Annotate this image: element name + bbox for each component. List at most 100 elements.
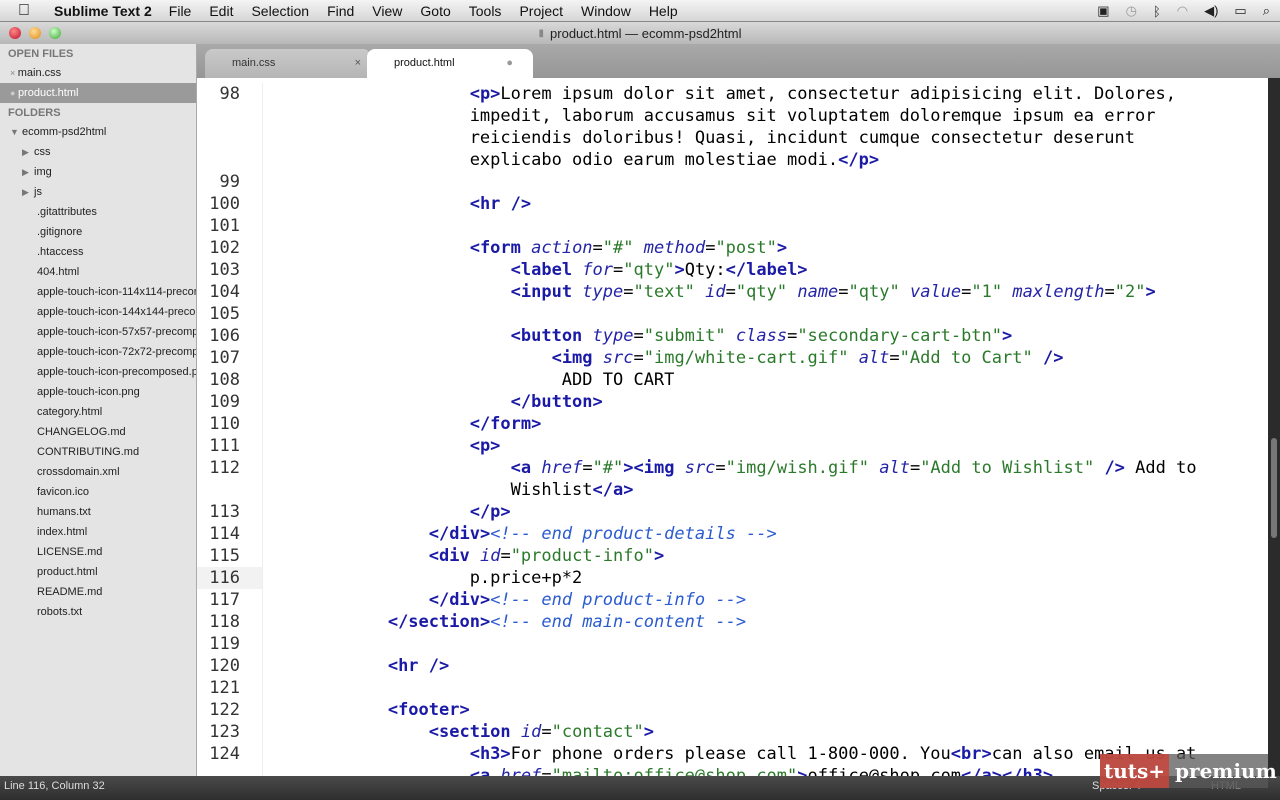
code-line[interactable]: 102 <form action="#" method="post"> [197,237,1268,259]
menu-view[interactable]: View [372,3,402,19]
menu-selection[interactable]: Selection [251,3,309,19]
code-line[interactable]: 107 <img src="img/white-cart.gif" alt="A… [197,347,1268,369]
code-content[interactable]: impedit, laborum accusamus sit voluptate… [265,105,1156,127]
close-file-icon[interactable]: × [10,68,18,78]
code-line[interactable]: 106 <button type="submit" class="seconda… [197,325,1268,347]
code-content[interactable]: <h3>For phone orders please call 1-800-0… [265,743,1197,765]
code-line[interactable]: 112 <a href="#"><img src="img/wish.gif" … [197,457,1268,479]
menu-goto[interactable]: Goto [420,3,450,19]
code-content[interactable]: reiciendis doloribus! Quasi, incidunt cu… [265,127,1135,149]
file-item[interactable]: apple-touch-icon-144x144-precomposed.png [0,302,196,322]
code-line[interactable]: 115 <div id="product-info"> [197,545,1268,567]
code-line[interactable]: 119 [197,633,1268,655]
code-content[interactable]: <form action="#" method="post"> [265,237,787,259]
code-line[interactable]: explicabo odio earum molestiae modi.</p> [197,149,1268,171]
code-content[interactable]: </button> [265,391,603,413]
code-content[interactable]: explicabo odio earum molestiae modi.</p> [265,149,879,171]
code-content[interactable]: <p>Lorem ipsum dolor sit amet, consectet… [265,83,1176,105]
code-line[interactable]: reiciendis doloribus! Quasi, incidunt cu… [197,127,1268,149]
close-tab-icon[interactable]: × [355,49,361,77]
zoom-window-button[interactable] [49,27,61,39]
close-window-button[interactable] [9,27,21,39]
volume-icon[interactable]: ◀) [1204,3,1218,19]
apple-icon[interactable]:  [18,2,40,20]
code-content[interactable]: </div><!-- end product-info --> [265,589,746,611]
code-line[interactable]: 103 <label for="qty">Qty:</label> [197,259,1268,281]
file-item[interactable]: .gitattributes [0,202,196,222]
code-content[interactable]: <hr /> [265,193,531,215]
file-item[interactable]: LICENSE.md [0,542,196,562]
code-content[interactable]: <a href="#"><img src="img/wish.gif" alt=… [265,457,1197,479]
menu-project[interactable]: Project [519,3,563,19]
file-item[interactable]: .gitignore [0,222,196,242]
code-content[interactable]: <input type="text" id="qty" name="qty" v… [265,281,1156,303]
code-content[interactable]: </form> [265,413,542,435]
file-item[interactable]: apple-touch-icon.png [0,382,196,402]
folder-root[interactable]: ▼ ecomm-psd2html [0,122,196,142]
file-item[interactable]: apple-touch-icon-precomposed.png [0,362,196,382]
folder-item[interactable]: ▶ js [0,182,196,202]
code-line[interactable]: impedit, laborum accusamus sit voluptate… [197,105,1268,127]
battery-icon[interactable]: ▭ [1234,3,1246,19]
code-line[interactable]: 101 [197,215,1268,237]
file-item[interactable]: apple-touch-icon-57x57-precomposed.png [0,322,196,342]
file-item[interactable]: product.html [0,562,196,582]
code-line[interactable]: 109 </button> [197,391,1268,413]
file-item[interactable]: humans.txt [0,502,196,522]
menu-window[interactable]: Window [581,3,631,19]
scrollbar-thumb[interactable] [1271,438,1277,538]
code-line[interactable]: 117 </div><!-- end product-info --> [197,589,1268,611]
code-line[interactable]: 122 <footer> [197,699,1268,721]
file-item[interactable]: robots.txt [0,602,196,622]
vertical-scrollbar[interactable] [1268,78,1280,776]
code-content[interactable]: Wishlist</a> [265,479,634,501]
code-content[interactable]: </p> [265,501,511,523]
file-item[interactable]: category.html [0,402,196,422]
menu-file[interactable]: File [169,3,192,19]
menu-edit[interactable]: Edit [209,3,233,19]
folder-item[interactable]: ▶ img [0,162,196,182]
code-content[interactable]: <hr /> [265,655,449,677]
code-line[interactable]: 98 <p>Lorem ipsum dolor sit amet, consec… [197,83,1268,105]
time-machine-icon[interactable]: ◷ [1126,3,1137,19]
code-content[interactable]: ADD TO CART [265,369,675,391]
tab-product-html[interactable]: product.html ● [367,49,533,78]
code-line[interactable]: 116 p.price+p*2 [197,567,1268,589]
code-content[interactable]: <img src="img/white-cart.gif" alt="Add t… [265,347,1064,369]
code-content[interactable]: <p> [265,435,501,457]
code-line[interactable]: 113 </p> [197,501,1268,523]
file-item[interactable]: apple-touch-icon-72x72-precomposed.png [0,342,196,362]
menu-find[interactable]: Find [327,3,354,19]
code-line[interactable]: 99 [197,171,1268,193]
bluetooth-icon[interactable]: ᛒ [1153,4,1161,19]
menu-help[interactable]: Help [649,3,678,19]
file-item[interactable]: CONTRIBUTING.md [0,442,196,462]
code-content[interactable]: <a href="mailto:office@shop.com">office@… [265,765,1053,776]
file-item[interactable]: apple-touch-icon-114x114-precomposed.png [0,282,196,302]
minimize-window-button[interactable] [29,27,41,39]
code-content[interactable]: <button type="submit" class="secondary-c… [265,325,1013,347]
facetime-camera-icon[interactable]: ▣ [1097,3,1109,19]
code-line[interactable]: 120 <hr /> [197,655,1268,677]
code-content[interactable]: <div id="product-info"> [265,545,664,567]
code-line[interactable]: 100 <hr /> [197,193,1268,215]
folder-item[interactable]: ▶ css [0,142,196,162]
code-content[interactable]: <label for="qty">Qty:</label> [265,259,808,281]
code-content[interactable]: <section id="contact"> [265,721,654,743]
code-content[interactable]: </section><!-- end main-content --> [265,611,746,633]
code-line[interactable]: 123 <section id="contact"> [197,721,1268,743]
code-line[interactable]: 108 ADD TO CART [197,369,1268,391]
open-file-item[interactable]: ● product.html [0,83,196,103]
code-line[interactable]: 111 <p> [197,435,1268,457]
app-menu[interactable]: Sublime Text 2 [54,3,152,19]
file-item[interactable]: README.md [0,582,196,602]
code-editor[interactable]: 98 <p>Lorem ipsum dolor sit amet, consec… [197,78,1268,776]
code-line[interactable]: 110 </form> [197,413,1268,435]
code-line[interactable]: 105 [197,303,1268,325]
code-content[interactable]: </div><!-- end product-details --> [265,523,777,545]
code-content[interactable]: <footer> [265,699,470,721]
file-item[interactable]: .htaccess [0,242,196,262]
code-line[interactable]: 114 </div><!-- end product-details --> [197,523,1268,545]
code-content[interactable]: p.price+p*2 [265,567,583,589]
code-line[interactable]: 118 </section><!-- end main-content --> [197,611,1268,633]
